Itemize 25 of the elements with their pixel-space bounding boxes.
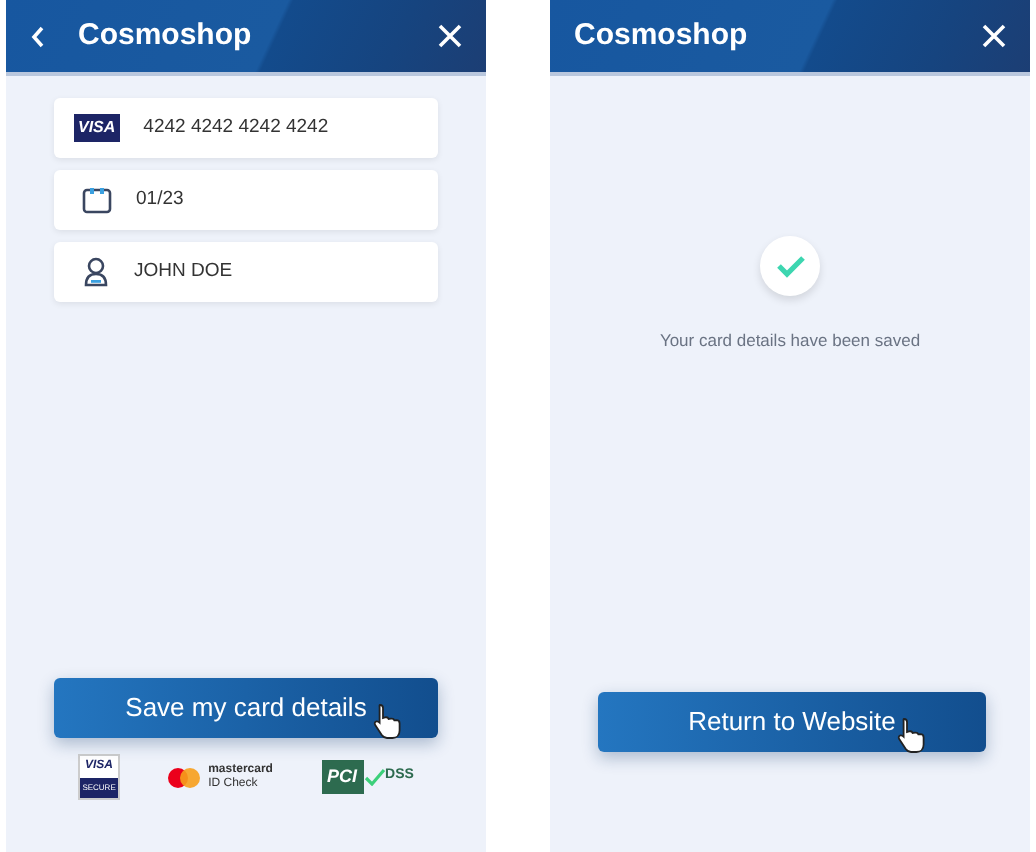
- close-button[interactable]: [982, 24, 1006, 48]
- input-field[interactable]: JOHN DOE: [54, 242, 438, 302]
- primary-button[interactable]: Save my card details: [54, 678, 438, 739]
- pointer-cursor-icon: [894, 716, 926, 756]
- app-title: Cosmoshop: [574, 15, 748, 56]
- close-icon: [982, 24, 1006, 48]
- status-message: Your card details have been saved: [659, 328, 921, 354]
- primary-button[interactable]: Return to Website: [598, 692, 986, 752]
- person-icon: [82, 256, 110, 288]
- input-field[interactable]: VISA 4242 4242 4242 4242: [54, 98, 438, 158]
- check-mark-icon: [775, 254, 805, 278]
- field-value: JOHN DOE: [134, 257, 233, 286]
- field-value: 4242 4242 4242 4242: [143, 113, 329, 142]
- tick-icon: [363, 768, 386, 786]
- circles-icon: [168, 767, 201, 787]
- app-title: Cosmoshop: [78, 15, 252, 56]
- back-button[interactable]: [30, 25, 46, 47]
- close-icon: [438, 24, 462, 48]
- calendar-icon: [82, 186, 112, 214]
- field-value: 01/23: [136, 185, 184, 214]
- back-icon: [30, 25, 46, 47]
- input-field[interactable]: 01/23: [54, 170, 438, 230]
- pointer-cursor-icon: [370, 702, 402, 743]
- close-button[interactable]: [438, 24, 462, 48]
- visa-logo: VISA: [74, 114, 120, 142]
